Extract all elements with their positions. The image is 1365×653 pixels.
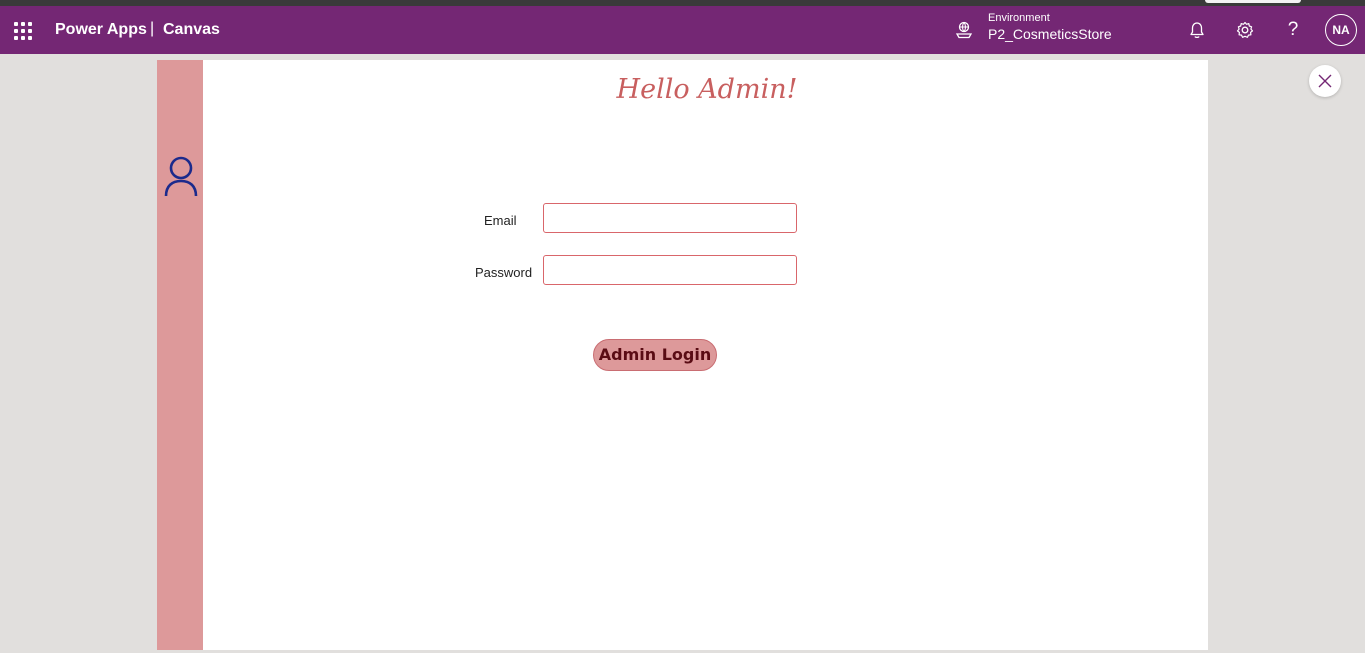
email-field[interactable] [543,203,797,233]
environment-label: Environment [988,12,1050,24]
avatar[interactable]: NA [1325,14,1357,46]
close-icon [1318,74,1332,88]
browser-tab[interactable] [1205,0,1301,3]
page-title: Hello Admin! [616,74,798,105]
help-icon[interactable]: ? [1283,20,1303,40]
environment-picker[interactable]: P2_CosmeticsStore [988,26,1112,42]
email-label: Email [484,213,517,228]
waffle-icon[interactable] [14,22,32,40]
bell-icon[interactable] [1187,20,1207,40]
close-button[interactable] [1309,65,1341,97]
admin-login-button[interactable]: Admin Login [593,339,717,371]
side-bar [157,60,203,650]
password-field[interactable] [543,255,797,285]
app-type: Canvas [163,21,220,38]
app-canvas: Hello Admin! Email Password Admin Login [157,60,1208,650]
title-separator: | [150,20,155,37]
environment-icon[interactable] [955,21,973,39]
user-icon [164,156,198,197]
password-label: Password [475,265,533,280]
app-name[interactable]: Power Apps [55,21,147,39]
app-header: Power Apps | Canvas Environment P2_Cosme… [0,6,1365,54]
gear-icon[interactable] [1235,20,1255,40]
